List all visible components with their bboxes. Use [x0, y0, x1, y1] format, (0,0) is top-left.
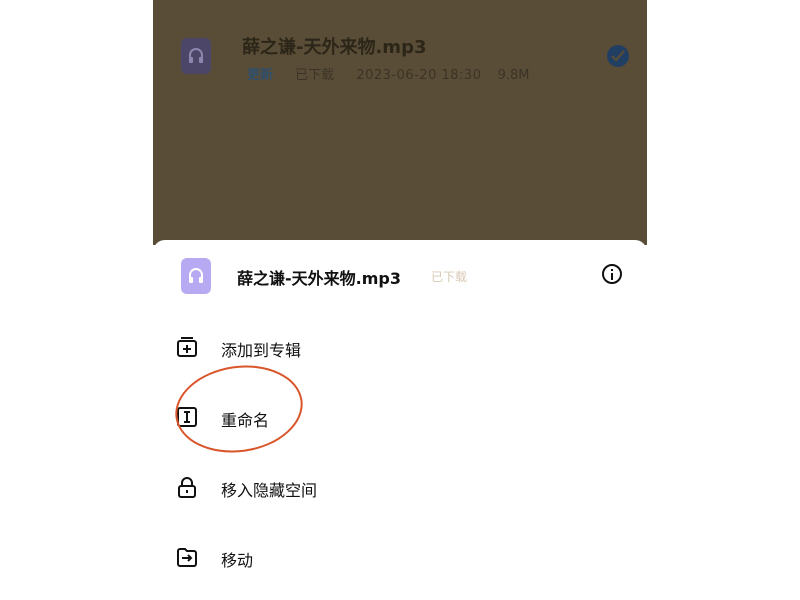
menu-item-rename[interactable]: 重命名: [153, 391, 647, 441]
menu-item-label: 重命名: [221, 411, 270, 430]
sheet-download-status: 已下载: [431, 270, 468, 284]
download-status: 已下载: [295, 68, 335, 83]
dimmed-backdrop[interactable]: 薛之谦-天外来物.mp3 更新 已下载 2023-06-20 18:30 9.8…: [153, 0, 647, 245]
audio-file-icon: [181, 258, 211, 294]
file-meta: 更新 已下载 2023-06-20 18:30 9.8M: [247, 64, 530, 83]
add-to-album-icon: [177, 337, 197, 357]
file-size: 9.8M: [497, 68, 530, 83]
move-folder-icon: [177, 548, 197, 567]
headphones-icon: [189, 48, 203, 63]
audio-file-icon: [181, 38, 211, 74]
sheet-header: 薛之谦-天外来物.mp3 已下载: [153, 240, 647, 310]
rename-icon: [177, 407, 197, 427]
menu-item-add-to-album[interactable]: 添加到专辑: [153, 321, 647, 371]
sheet-title: 薛之谦-天外来物.mp3: [237, 269, 401, 288]
action-sheet: 薛之谦-天外来物.mp3 已下载 添加到专辑 重命名 移入隐藏空间 移动: [153, 240, 647, 600]
checkmark-icon: [611, 50, 625, 62]
selected-check-icon[interactable]: [607, 45, 629, 67]
lock-icon: [178, 477, 196, 498]
file-list-row[interactable]: 薛之谦-天外来物.mp3 更新 已下载 2023-06-20 18:30 9.8…: [153, 0, 647, 120]
update-badge: 更新: [247, 68, 274, 83]
menu-item-label: 添加到专辑: [221, 341, 302, 360]
info-icon[interactable]: [602, 264, 622, 284]
menu-item-label: 移动: [221, 551, 254, 570]
headphones-icon: [189, 268, 203, 283]
file-name: 薛之谦-天外来物.mp3: [242, 37, 427, 58]
phone-screen: 薛之谦-天外来物.mp3 更新 已下载 2023-06-20 18:30 9.8…: [153, 0, 647, 600]
file-date: 2023-06-20 18:30: [356, 68, 482, 83]
menu-item-move[interactable]: 移动: [153, 531, 647, 581]
menu-item-move-to-hidden[interactable]: 移入隐藏空间: [153, 461, 647, 511]
menu-item-label: 移入隐藏空间: [221, 481, 318, 500]
